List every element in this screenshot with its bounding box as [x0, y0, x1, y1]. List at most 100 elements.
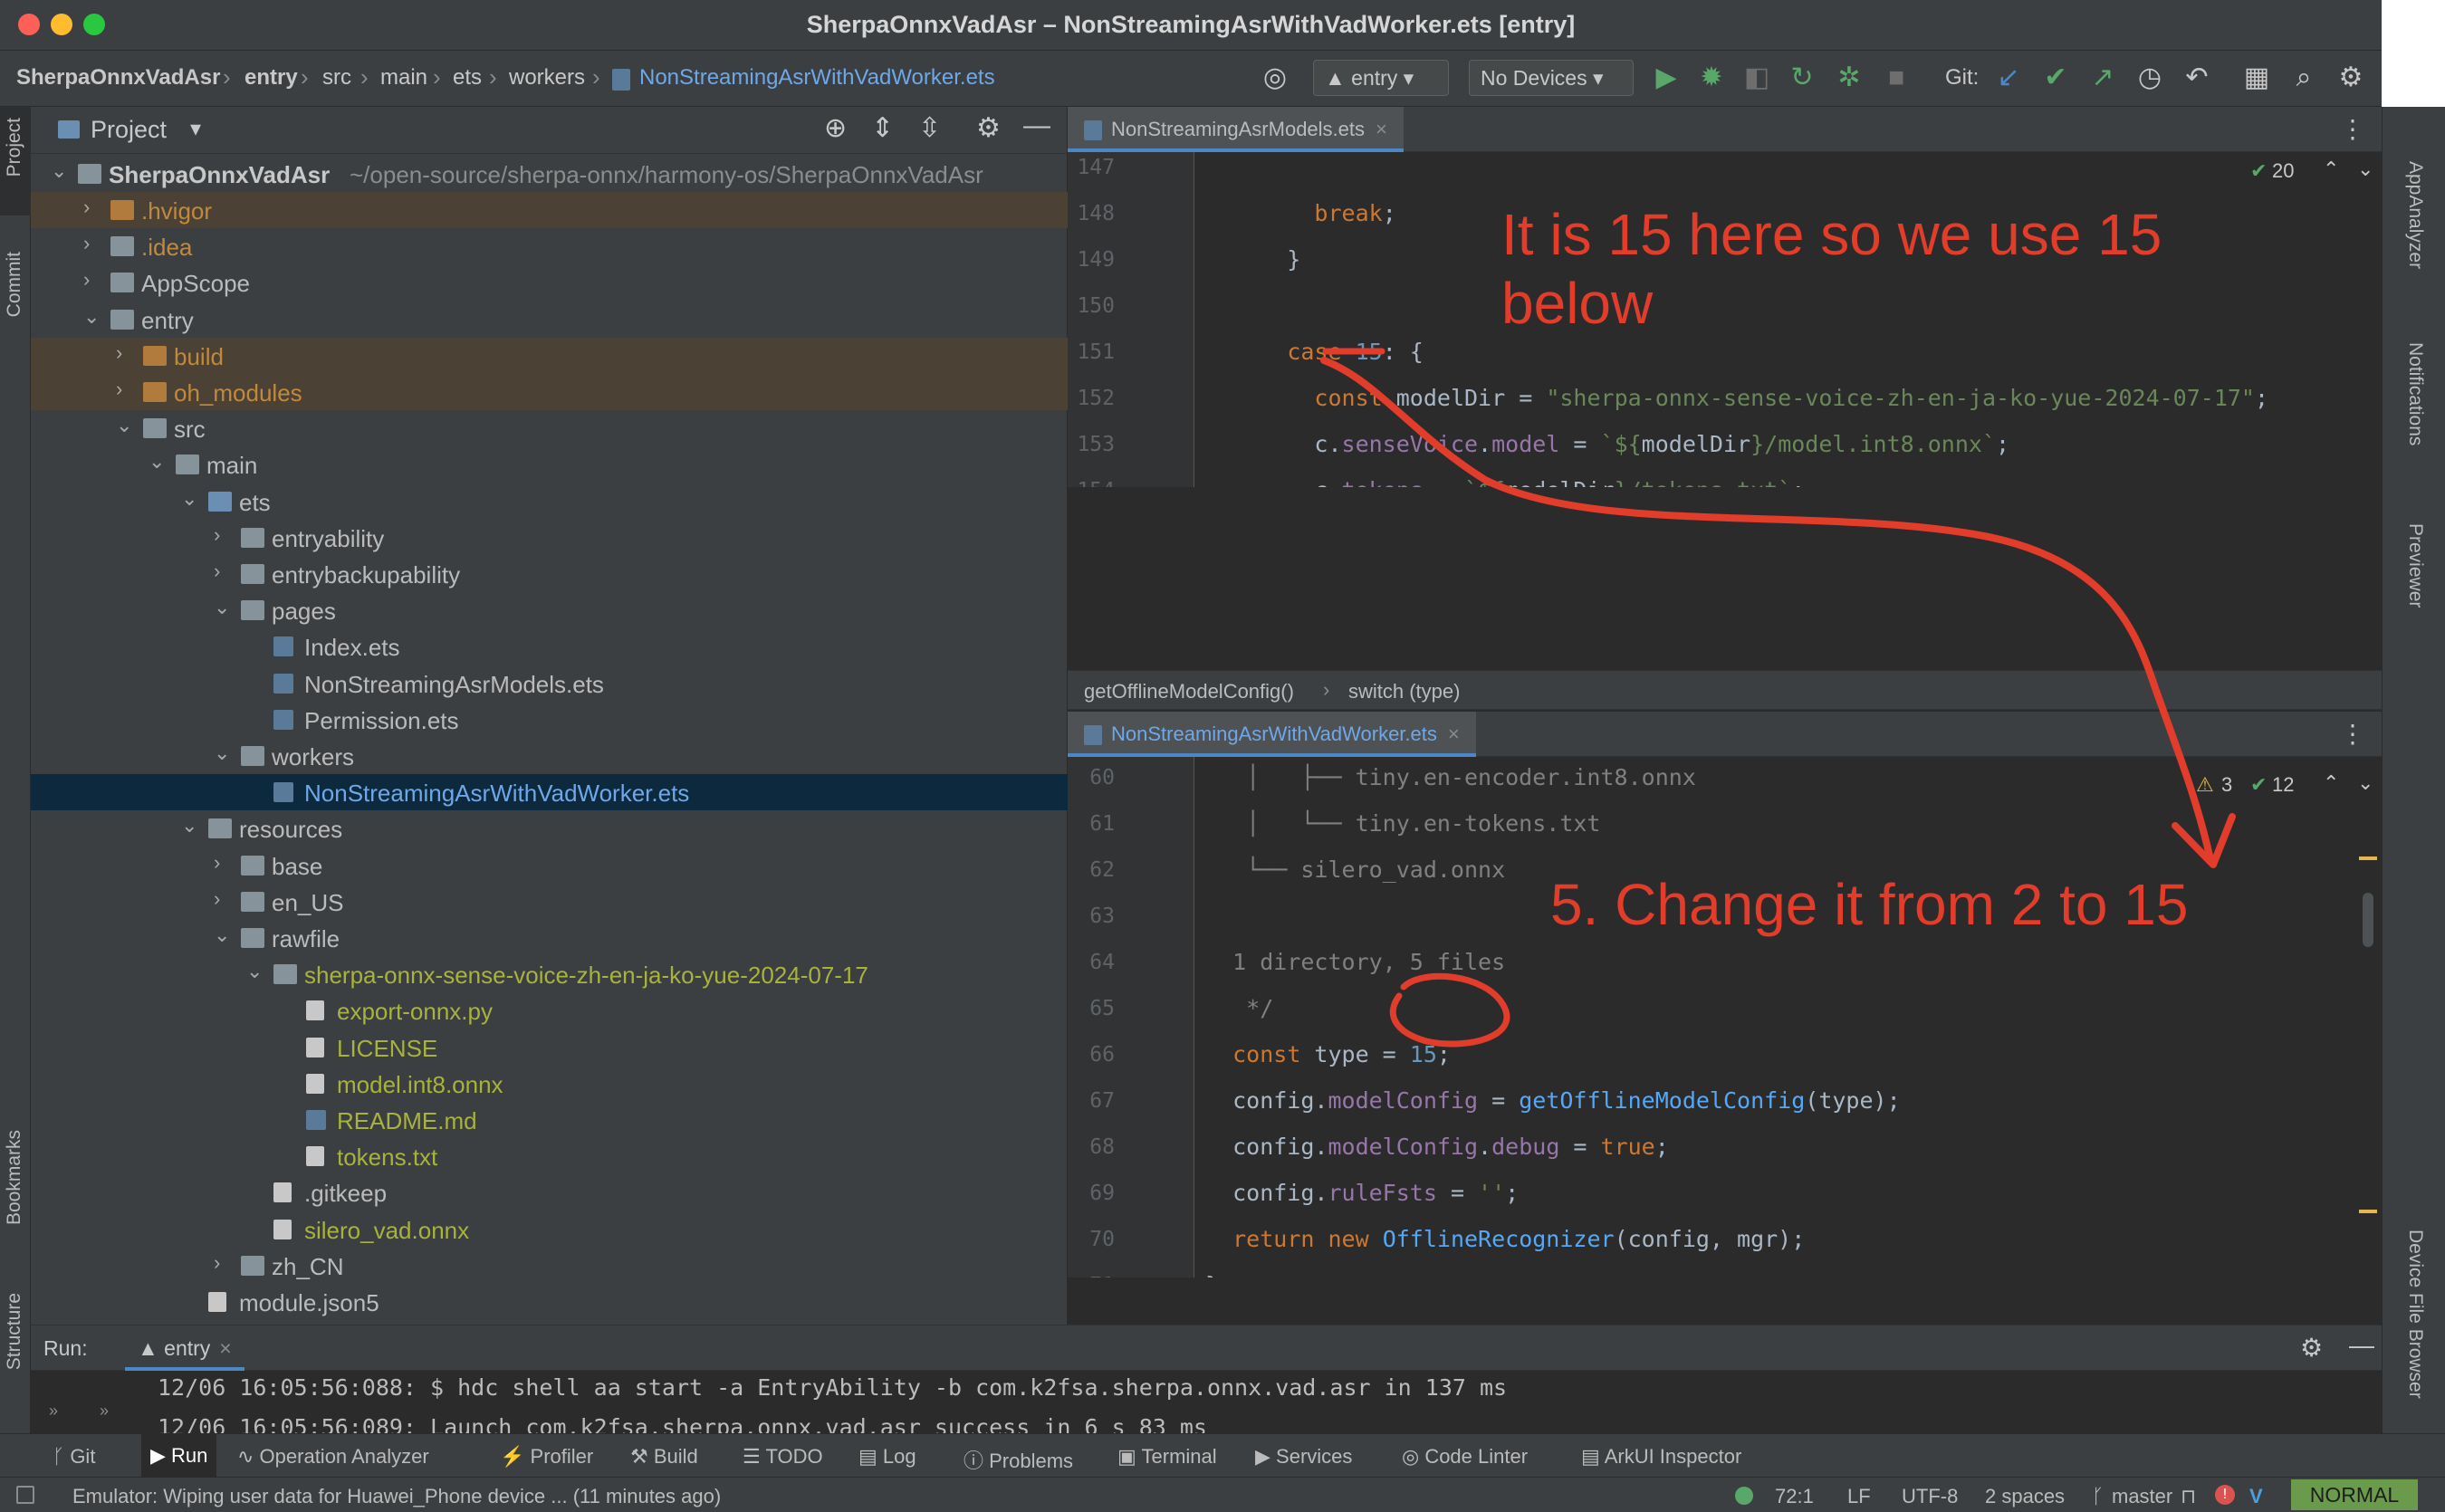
chevron-down-icon[interactable]: ⌄ [246, 960, 263, 983]
tree-item[interactable]: Permission.ets [31, 702, 1068, 738]
history-icon[interactable]: ◷ [2133, 62, 2166, 94]
warning-marker[interactable] [2359, 1210, 2377, 1213]
git-update-icon[interactable]: ↙ [1992, 62, 2025, 94]
gear-icon[interactable]: ⚙ [976, 112, 1001, 144]
code-line[interactable]: const modelDir = "sherpa-onnx-sense-voic… [1205, 385, 2268, 411]
tree-item[interactable]: silero_vad.onnx [31, 1211, 1068, 1248]
tool-window-log[interactable]: ▤ Log [858, 1445, 916, 1469]
run-icon[interactable]: ▶ [1650, 62, 1683, 94]
close-icon[interactable]: × [1376, 118, 1387, 140]
code-line[interactable]: break; [1205, 200, 1395, 226]
vim-mode-indicator[interactable]: NORMAL [2291, 1479, 2418, 1510]
tree-item[interactable]: module.json5 [31, 1284, 1068, 1320]
run-config-select[interactable]: ▲ entry ▾ [1313, 60, 1449, 96]
chevron-right-icon[interactable]: › [116, 341, 122, 365]
expand-all-icon[interactable]: ⇕ [871, 112, 894, 144]
tree-item[interactable]: › oh_modules [31, 374, 1068, 410]
chevron-right-icon[interactable]: › [214, 851, 220, 875]
tree-item[interactable]: › .hvigor [31, 192, 1068, 228]
inspection-count[interactable]: 12 [2272, 773, 2294, 797]
tree-item[interactable]: › entryability [31, 520, 1068, 556]
code-line[interactable]: │ └── tiny.en-tokens.txt [1205, 810, 1600, 837]
breadcrumb-switch[interactable]: switch (type) [1348, 680, 1460, 703]
tool-window-git[interactable]: ᚴ Git [53, 1445, 95, 1469]
chevron-right-icon[interactable]: › [116, 378, 122, 401]
scrollbar-thumb[interactable] [2363, 893, 2373, 947]
target-icon[interactable]: ◎ [1259, 62, 1291, 94]
structure-tool-button[interactable]: Structure [4, 1293, 25, 1370]
breadcrumb-entry[interactable]: entry [244, 65, 298, 91]
code-line[interactable]: c.senseVoice.model = `${modelDir}/model.… [1205, 431, 2009, 457]
tree-item[interactable]: ⌄ main [31, 446, 1068, 483]
tool-window-arkui-inspector[interactable]: ▤ ArkUI Inspector [1581, 1445, 1741, 1469]
project-structure-icon[interactable]: ▦ [2240, 62, 2273, 94]
hide-panel-icon[interactable]: — [2349, 1331, 2374, 1360]
tool-window-services[interactable]: ▶ Services [1255, 1445, 1352, 1469]
tree-item[interactable]: Index.ets [31, 628, 1068, 665]
tree-item[interactable]: NonStreamingAsrModels.ets [31, 665, 1068, 702]
gear-icon[interactable]: ⚙ [2300, 1333, 2323, 1363]
code-line[interactable]: │ ├── tiny.en-encoder.int8.onnx [1205, 764, 1696, 790]
git-commit-icon[interactable]: ✔ [2039, 62, 2072, 94]
stop-icon[interactable]: ■ [1880, 62, 1913, 94]
tree-item[interactable]: ⌄ entry [31, 301, 1068, 338]
chevron-right-icon[interactable]: › [83, 196, 90, 219]
tool-window-code-linter[interactable]: ◎ Code Linter [1402, 1445, 1528, 1469]
caret-position[interactable]: 72:1 [1775, 1485, 1814, 1508]
tree-item[interactable]: ⌄ sherpa-onnx-sense-voice-zh-en-ja-ko-yue… [31, 956, 1068, 992]
tree-item[interactable]: ⌄ rawfile [31, 920, 1068, 956]
panel-toggle-icon[interactable] [16, 1486, 34, 1504]
breadcrumb-project[interactable]: SherpaOnnxVadAsr [16, 65, 220, 91]
tool-window-build[interactable]: ⚒ Build [630, 1445, 698, 1469]
tree-item[interactable]: › entrybackupability [31, 556, 1068, 592]
tool-window-run[interactable]: ▶ Run [141, 1434, 217, 1478]
connection-status-icon[interactable] [1735, 1487, 1753, 1505]
tree-item[interactable]: ⌄ src [31, 410, 1068, 446]
tool-window-profiler[interactable]: ⚡ Profiler [500, 1445, 593, 1469]
bookmarks-tool-button[interactable]: Bookmarks [4, 1130, 25, 1225]
chevron-down-icon[interactable]: ⌄ [149, 450, 165, 474]
chevron-right-icon[interactable]: › [214, 887, 220, 911]
tree-item[interactable]: model.int8.onnx [31, 1066, 1068, 1102]
lock-icon[interactable]: ⊓ [2181, 1485, 2196, 1508]
code-line[interactable]: 1 directory, 5 files [1205, 949, 1505, 975]
previous-highlight-icon[interactable]: ⌃ [2323, 771, 2339, 795]
tree-item[interactable]: › AppScope [31, 264, 1068, 301]
code-line[interactable]: c.tokens = `${modelDir}/tokens.txt`; [1205, 477, 1805, 487]
tree-item[interactable]: ⌄ workers [31, 738, 1068, 774]
tool-window-problems[interactable]: ⓘ Problems [964, 1445, 1073, 1474]
breadcrumb-ets[interactable]: ets [453, 65, 482, 91]
chevron-right-icon[interactable]: › [83, 232, 90, 255]
expand-icon[interactable]: » [49, 1402, 58, 1421]
git-push-icon[interactable]: ↗ [2086, 62, 2119, 94]
tool-window-terminal[interactable]: ▣ Terminal [1117, 1445, 1217, 1469]
profile-icon[interactable]: ✲ [1833, 62, 1865, 94]
tree-item[interactable]: › en_US [31, 884, 1068, 920]
close-icon[interactable]: × [219, 1336, 231, 1360]
apply-changes-icon[interactable]: ↻ [1786, 62, 1818, 94]
device-select[interactable]: No Devices ▾ [1469, 60, 1634, 96]
next-highlight-icon[interactable]: ⌄ [2357, 771, 2373, 795]
expand-icon[interactable]: » [100, 1402, 109, 1421]
rollback-icon[interactable]: ↶ [2181, 62, 2213, 94]
project-tool-button[interactable]: Project [4, 118, 25, 177]
chevron-right-icon[interactable]: › [214, 560, 220, 583]
tree-item[interactable]: README.md [31, 1102, 1068, 1138]
chevron-down-icon[interactable]: ⌄ [116, 414, 132, 437]
code-line[interactable]: └── silero_vad.onnx [1205, 856, 1505, 883]
breadcrumb-function[interactable]: getOfflineModelConfig() [1084, 680, 1294, 703]
breadcrumb-workers[interactable]: workers [509, 65, 585, 91]
inspection-count[interactable]: 20 [2272, 159, 2294, 183]
tree-item[interactable]: LICENSE [31, 1029, 1068, 1066]
tab-nonstreaming-asr-with-vad-worker[interactable]: NonStreamingAsrWithVadWorker.ets × [1068, 712, 1476, 757]
previewer-button[interactable]: Previewer [2404, 523, 2426, 608]
chevron-right-icon[interactable]: › [214, 523, 220, 547]
tree-item[interactable]: tokens.txt [31, 1138, 1068, 1174]
line-separator[interactable]: LF [1847, 1485, 1871, 1508]
hide-panel-icon[interactable]: — [1023, 110, 1050, 141]
collapse-all-icon[interactable]: ⇳ [918, 112, 941, 144]
tool-window-todo[interactable]: ☰ TODO [743, 1445, 823, 1469]
breadcrumb-main[interactable]: main [380, 65, 427, 91]
project-panel-title[interactable]: Project [91, 116, 167, 144]
code-line[interactable]: config.modelConfig.debug = true; [1205, 1134, 1669, 1160]
